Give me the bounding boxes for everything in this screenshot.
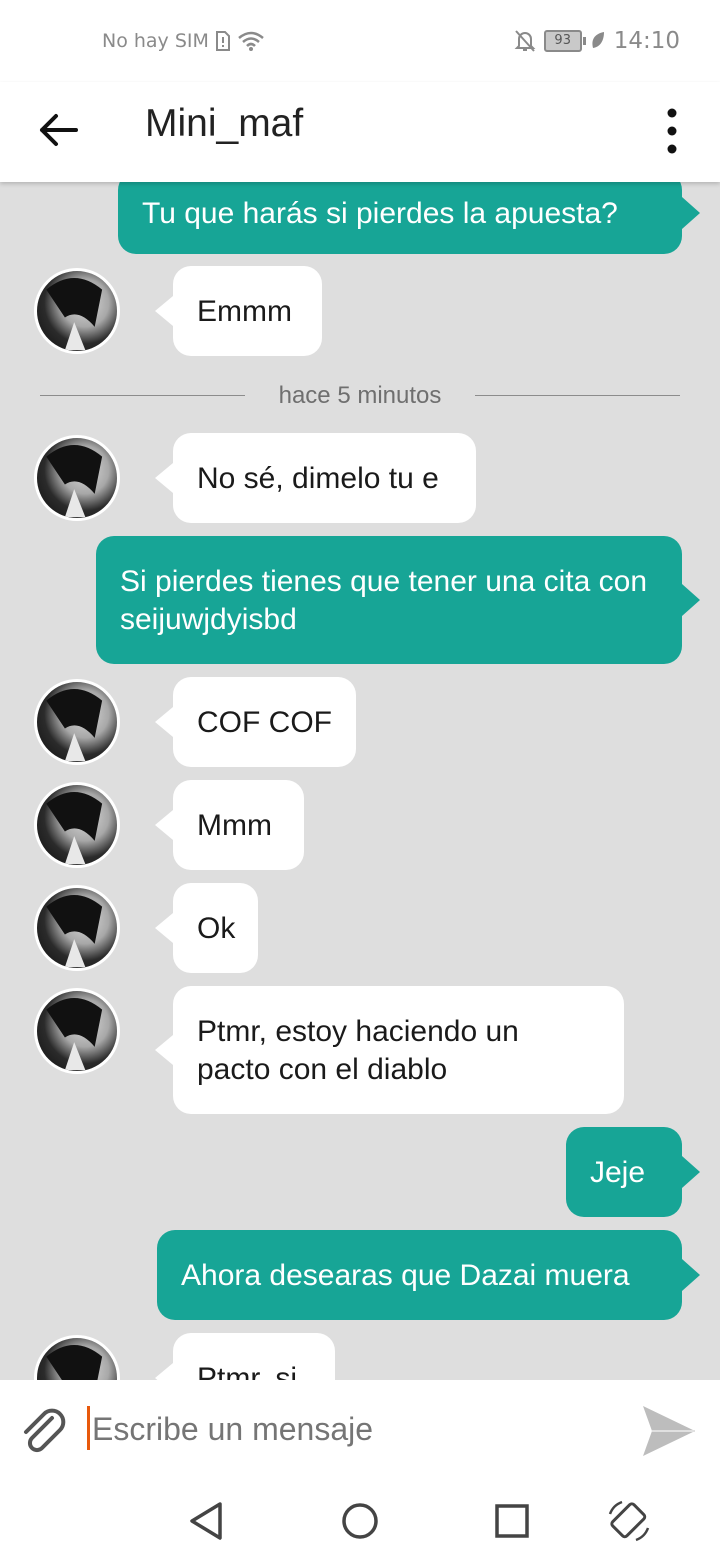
chat-title[interactable]: Mini_maf	[145, 102, 303, 146]
avatar-image	[46, 444, 103, 518]
nav-recents-icon[interactable]	[489, 1498, 535, 1544]
clock: 14:10	[613, 28, 680, 54]
incoming-message[interactable]: Ok	[173, 883, 258, 973]
avatar-image	[46, 277, 103, 351]
contact-avatar[interactable]	[34, 885, 120, 971]
outgoing-message[interactable]: Si pierdes tienes que tener una cita con…	[96, 536, 682, 664]
system-navigation-bar	[0, 1480, 720, 1560]
message-text: Mmm	[197, 809, 272, 842]
chat-header: Mini_maf	[0, 82, 720, 182]
avatar-image	[46, 688, 103, 762]
avatar-image	[46, 1345, 103, 1380]
contact-avatar[interactable]	[34, 988, 120, 1074]
status-bar: No hay SIM 93 14:10	[0, 0, 720, 82]
contact-avatar[interactable]	[34, 268, 120, 354]
sim-icon	[215, 31, 230, 51]
outgoing-message[interactable]: Tu que harás si pierdes la apuesta?	[118, 182, 682, 254]
battery-icon: 93	[543, 30, 586, 52]
leaf-icon	[592, 32, 604, 48]
rotate-screen-icon[interactable]	[606, 1498, 652, 1544]
contact-avatar[interactable]	[34, 435, 120, 521]
message-text: Ptmr, estoy haciendo un pacto con el dia…	[197, 1015, 519, 1086]
message-input[interactable]	[86, 1404, 614, 1454]
message-text: No sé, dimelo tu e	[197, 462, 439, 495]
message-text: Ptmr, si	[197, 1362, 298, 1380]
divider-line	[475, 395, 680, 396]
send-icon[interactable]	[640, 1402, 698, 1460]
contact-avatar[interactable]	[34, 1335, 120, 1380]
message-list[interactable]: Tu que harás si pierdes la apuesta? Emmm…	[0, 182, 720, 1380]
incoming-message[interactable]: Ptmr, si	[173, 1333, 335, 1380]
divider-text: hace 5 minutos	[278, 382, 442, 409]
incoming-message[interactable]: Mmm	[173, 780, 304, 870]
message-text: Jeje	[590, 1156, 646, 1189]
avatar-image	[46, 791, 103, 865]
time-divider: hace 5 minutos	[40, 376, 680, 416]
message-text: Ahora desearas que Dazai muera	[181, 1259, 630, 1292]
message-composer	[0, 1380, 720, 1480]
bell-muted-icon	[514, 30, 536, 52]
message-text: COF COF	[197, 706, 332, 739]
outgoing-message[interactable]: Jeje	[566, 1127, 682, 1217]
message-text: Tu que harás si pierdes la apuesta?	[142, 197, 618, 230]
carrier-status: No hay SIM	[102, 30, 265, 52]
message-text: Ok	[197, 912, 236, 945]
avatar-image	[46, 894, 103, 968]
contact-avatar[interactable]	[34, 782, 120, 868]
carrier-text: No hay SIM	[102, 30, 209, 52]
attachment-clip-icon[interactable]	[18, 1406, 70, 1458]
more-options-icon[interactable]	[662, 106, 682, 156]
avatar-image	[46, 997, 103, 1071]
nav-home-icon[interactable]	[337, 1498, 383, 1544]
nav-back-icon[interactable]	[184, 1498, 230, 1544]
message-text: Emmm	[197, 295, 292, 328]
incoming-message[interactable]: COF COF	[173, 677, 356, 767]
wifi-icon	[238, 31, 264, 51]
incoming-message[interactable]: Ptmr, estoy haciendo un pacto con el dia…	[173, 986, 624, 1114]
outgoing-message[interactable]: Ahora desearas que Dazai muera	[157, 1230, 682, 1320]
incoming-message[interactable]: Emmm	[173, 266, 322, 356]
incoming-message[interactable]: No sé, dimelo tu e	[173, 433, 476, 523]
back-arrow-icon[interactable]	[36, 108, 80, 152]
message-text: Si pierdes tienes que tener una cita con…	[120, 565, 648, 636]
system-status: 93 14:10	[514, 28, 680, 54]
contact-avatar[interactable]	[34, 679, 120, 765]
